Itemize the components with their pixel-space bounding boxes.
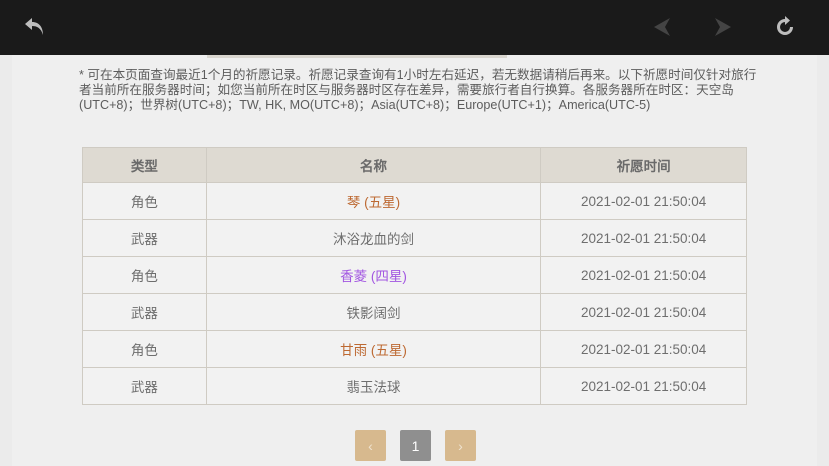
nav-forward-icon[interactable] <box>706 10 740 44</box>
cell-time: 2021-02-01 21:50:04 <box>540 219 747 257</box>
wish-records-table: 类型 名称 祈愿时间 角色 琴 (五星) 2021-02-01 21:50:04… <box>82 147 747 405</box>
cell-type: 武器 <box>82 293 207 331</box>
table-row: 武器 翡玉法球 2021-02-01 21:50:04 <box>82 367 747 405</box>
cell-time: 2021-02-01 21:50:04 <box>540 367 747 405</box>
cell-name: 琴 (五星) <box>205 182 542 220</box>
cell-time: 2021-02-01 21:50:04 <box>540 293 747 331</box>
table-row: 角色 香菱 (四星) 2021-02-01 21:50:04 <box>82 256 747 294</box>
next-page-button[interactable]: › <box>445 430 476 461</box>
cell-type: 角色 <box>82 256 207 294</box>
wish-history-page: * 可在本页面查询最近1个月的祈愿记录。祈愿记录查询有1小时左右延迟，若无数据请… <box>12 55 817 466</box>
table-row: 武器 铁影阔剑 2021-02-01 21:50:04 <box>82 293 747 331</box>
cell-time: 2021-02-01 21:50:04 <box>540 256 747 294</box>
cell-type: 角色 <box>82 330 207 368</box>
cell-name: 铁影阔剑 <box>205 293 542 331</box>
cell-name: 沐浴龙血的剑 <box>205 219 542 257</box>
header-name: 名称 <box>205 147 542 183</box>
page-1-button[interactable]: 1 <box>400 430 431 461</box>
notice-text: * 可在本页面查询最近1个月的祈愿记录。祈愿记录查询有1小时左右延迟，若无数据请… <box>79 68 757 113</box>
cell-name: 甘雨 (五星) <box>205 330 542 368</box>
prev-page-button[interactable]: ‹ <box>355 430 386 461</box>
header-time: 祈愿时间 <box>540 147 747 183</box>
undo-arrow-icon[interactable] <box>18 10 52 44</box>
cell-name: 翡玉法球 <box>205 367 542 405</box>
refresh-icon[interactable] <box>768 10 802 44</box>
cell-name: 香菱 (四星) <box>205 256 542 294</box>
cell-type: 武器 <box>82 219 207 257</box>
tab-bar-edge <box>207 55 507 58</box>
cell-time: 2021-02-01 21:50:04 <box>540 330 747 368</box>
table-row: 角色 甘雨 (五星) 2021-02-01 21:50:04 <box>82 330 747 368</box>
cell-type: 武器 <box>82 367 207 405</box>
top-toolbar <box>0 0 829 55</box>
nav-back-icon[interactable] <box>645 10 679 44</box>
cell-time: 2021-02-01 21:50:04 <box>540 182 747 220</box>
table-header-row: 类型 名称 祈愿时间 <box>82 147 747 183</box>
cell-type: 角色 <box>82 182 207 220</box>
pagination: ‹ 1 › <box>355 430 476 461</box>
table-row: 角色 琴 (五星) 2021-02-01 21:50:04 <box>82 182 747 220</box>
table-row: 武器 沐浴龙血的剑 2021-02-01 21:50:04 <box>82 219 747 257</box>
header-type: 类型 <box>82 147 207 183</box>
